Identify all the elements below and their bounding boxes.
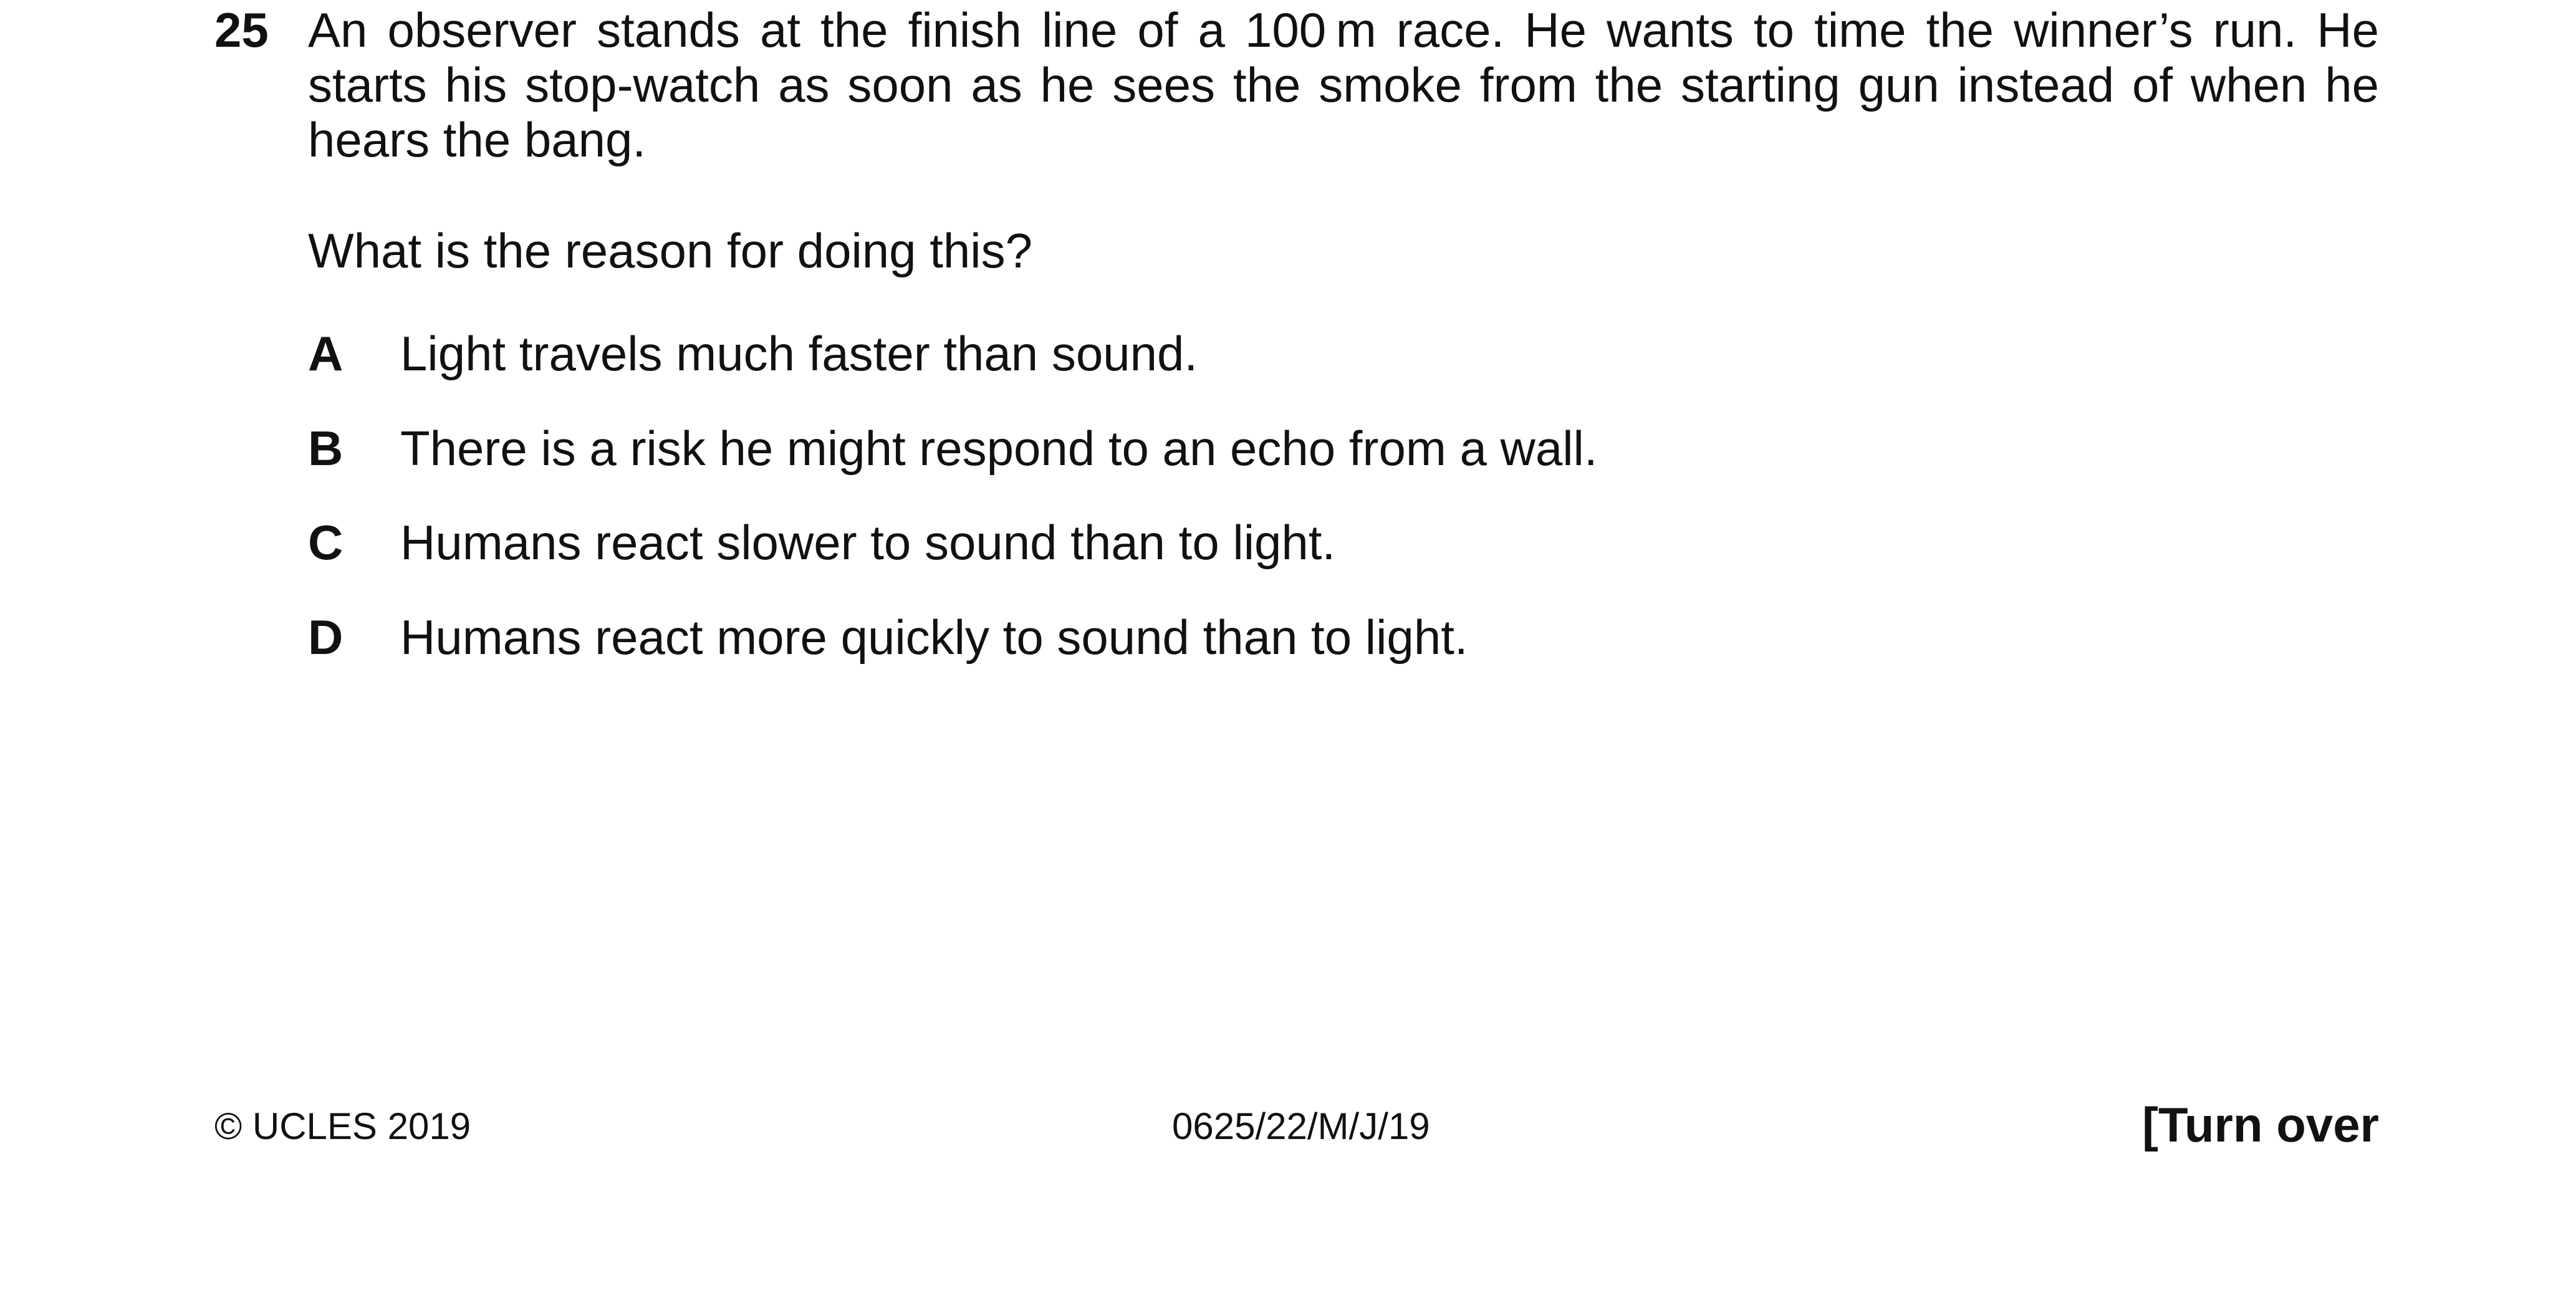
- option-letter: B: [308, 421, 344, 476]
- option-text: Humans react more quickly to sound than …: [400, 610, 1468, 665]
- option-letter: A: [308, 326, 344, 381]
- footer-copyright: © UCLES 2019: [214, 1105, 471, 1147]
- footer-paper-code: 0625/22/M/J/19: [1172, 1105, 1430, 1147]
- question-number: 25: [214, 2, 269, 57]
- option-letter: C: [308, 515, 344, 570]
- option-letter: D: [308, 610, 344, 665]
- option-text: Light travels much faster than sound.: [400, 326, 1198, 381]
- question-stem: An observer stands at the finish line of…: [308, 2, 2379, 167]
- footer-turn-over: [Turn over: [2142, 1097, 2379, 1152]
- option-text: There is a risk he might respond to an e…: [400, 421, 1598, 476]
- option-text: Humans react slower to sound than to lig…: [400, 515, 1336, 570]
- question-prompt: What is the reason for doing this?: [308, 223, 1032, 278]
